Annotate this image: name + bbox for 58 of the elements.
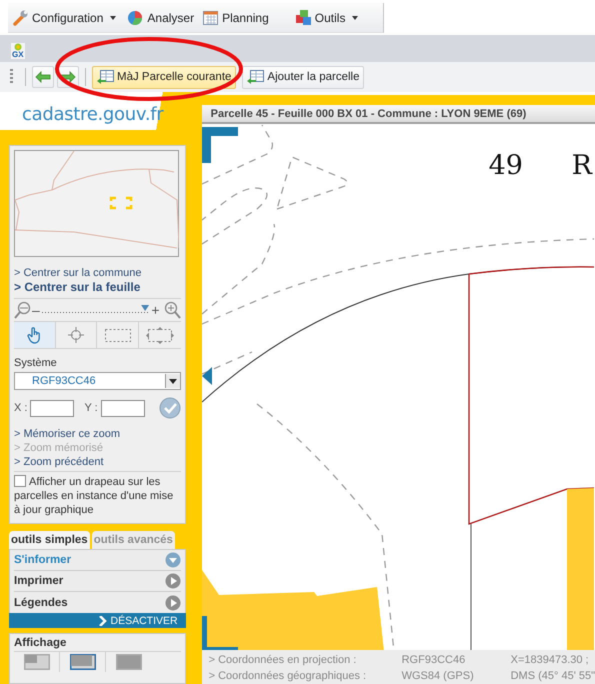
coordinate-label: > Coordonnées géographiques : <box>208 668 368 684</box>
zoom-in-icon[interactable] <box>162 301 181 319</box>
pie-chart-icon <box>127 9 144 26</box>
menu-item[interactable]: Analyser <box>123 6 198 30</box>
toolbar-button[interactable]: MàJ Parcelle courante <box>92 66 236 88</box>
zoom-extent-icon <box>146 326 174 344</box>
x-input-field[interactable] <box>30 400 74 416</box>
system-select[interactable]: RGF93CC46 <box>14 372 181 390</box>
y-input-field[interactable] <box>100 400 145 416</box>
slider-thumb[interactable] <box>141 305 150 311</box>
zoom-link[interactable]: > Mémoriser ce zoom <box>14 427 181 441</box>
overview-map[interactable] <box>14 150 179 257</box>
section-header[interactable]: Imprimer <box>14 571 181 592</box>
system-label: Système <box>14 357 58 369</box>
x-label: X : <box>14 402 28 414</box>
chevron-icon <box>98 616 106 626</box>
right-arrow-icon <box>60 71 76 83</box>
left-arrow-icon <box>35 71 51 83</box>
checkmark-button-icon[interactable] <box>158 397 181 419</box>
flag-option-label[interactable]: Afficher un drapeau sur les parcelles en instance d'une mise à jour graphique <box>14 471 181 517</box>
checkbox[interactable] <box>14 475 26 487</box>
zoom-out-icon[interactable] <box>14 301 32 319</box>
menu-item[interactable]: Planning <box>198 6 273 30</box>
tool-tab[interactable]: outils simples <box>9 531 90 549</box>
collapse-arrow-icon[interactable] <box>202 367 212 385</box>
zoom-link[interactable]: > Zoom précédent <box>14 455 181 469</box>
parcel-number: R <box>572 150 592 181</box>
zoom-plus[interactable]: + <box>151 303 160 317</box>
corner-bracket-icon <box>202 127 238 163</box>
section-header[interactable]: Légendes <box>14 592 181 613</box>
calendar-icon <box>202 9 220 26</box>
menu-item[interactable]: Outils <box>290 6 350 30</box>
display-title: Affichage <box>14 637 181 652</box>
cubes-icon <box>294 9 312 26</box>
wrench-icon <box>12 9 29 26</box>
parcel-number: 49 <box>488 150 523 181</box>
crosshair-icon <box>66 326 85 344</box>
circle-logo-icon <box>14 43 22 51</box>
deactivate-button[interactable]: DÉSACTIVER <box>9 613 186 628</box>
center-link[interactable]: > Centrer sur la feuille <box>14 280 181 294</box>
coordinate-value: X=1839473.30 ; <box>510 653 590 668</box>
caret-icon[interactable] <box>351 14 360 20</box>
gx-logo[interactable]: GX <box>11 43 25 59</box>
coordinate-label: > Coordonnées en projection : <box>208 653 358 668</box>
coordinate-system: WGS84 (GPS) <box>402 668 475 684</box>
menu-item[interactable]: Configuration <box>8 6 108 30</box>
y-label: Y : <box>84 402 98 414</box>
cadastral-map[interactable]: 49 R <box>202 124 595 650</box>
toolbar-button[interactable]: Ajouter la parcelle <box>242 66 364 88</box>
caret-icon[interactable] <box>109 14 118 20</box>
center-link[interactable]: > Centrer sur la commune <box>14 266 181 280</box>
coordinate-system: RGF93CC46 <box>402 653 466 668</box>
back-button[interactable] <box>32 66 54 88</box>
coordinate-value: DMS (45° 45' 55" <box>510 668 595 684</box>
map-tool-button[interactable] <box>14 322 56 348</box>
dropdown-arrow-icon <box>168 378 177 384</box>
zoom-minus[interactable]: – <box>32 303 40 317</box>
map-title: Parcelle 45 - Feuille 000 BX 01 - Commune : LYON 9EME (69) <box>202 105 595 124</box>
